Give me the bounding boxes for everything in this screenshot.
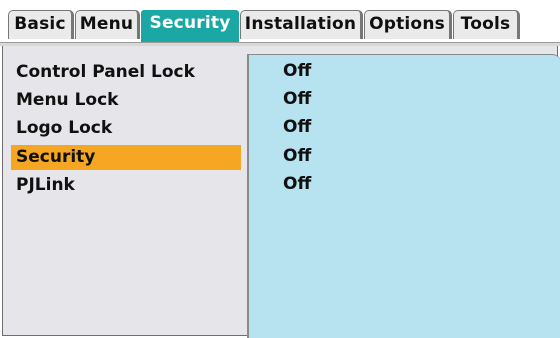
security-panel: Control Panel Lock Menu Lock Logo Lock S… xyxy=(2,46,560,338)
tab-options[interactable]: Options xyxy=(364,10,452,39)
tab-menu[interactable]: Menu xyxy=(75,10,140,39)
value-panel: Off Off Off Off Off xyxy=(247,54,560,338)
value-menu-lock: Off xyxy=(283,89,312,109)
projector-menu-screen: Basic Menu Security Installation Options… xyxy=(0,0,560,338)
tab-installation[interactable]: Installation xyxy=(240,10,363,39)
menu-item-security[interactable]: Security xyxy=(11,145,241,170)
tab-security[interactable]: Security xyxy=(141,10,239,42)
menu-item-logo-lock[interactable]: Logo Lock xyxy=(11,116,241,141)
tab-tools[interactable]: Tools xyxy=(453,10,520,39)
value-pjlink: Off xyxy=(283,174,312,194)
menu-item-control-panel-lock[interactable]: Control Panel Lock xyxy=(11,60,241,85)
tab-basic[interactable]: Basic xyxy=(8,10,74,39)
value-logo-lock: Off xyxy=(283,117,312,137)
value-security: Off xyxy=(283,146,312,166)
menu-item-pjlink[interactable]: PJLink xyxy=(11,173,241,198)
tab-bar: Basic Menu Security Installation Options… xyxy=(0,0,560,46)
menu-item-list: Control Panel Lock Menu Lock Logo Lock S… xyxy=(3,46,247,336)
menu-item-menu-lock[interactable]: Menu Lock xyxy=(11,88,241,113)
value-control-panel-lock: Off xyxy=(283,61,312,81)
